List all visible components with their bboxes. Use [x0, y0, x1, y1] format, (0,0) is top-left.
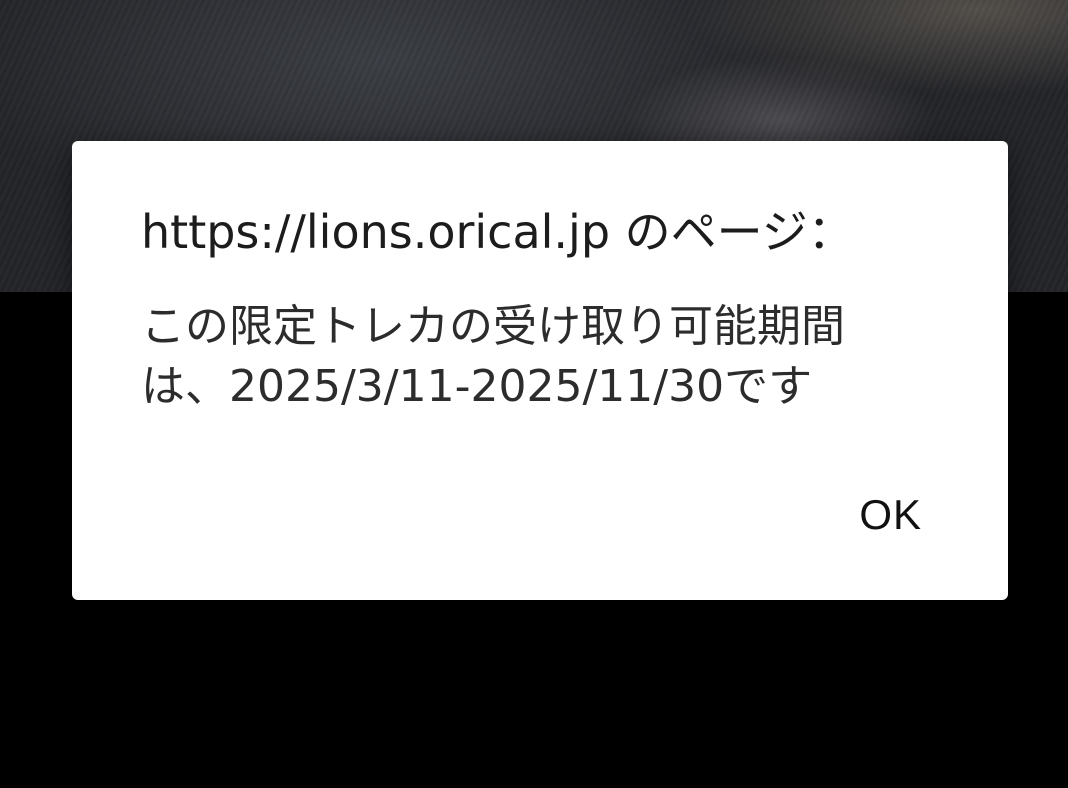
- ok-button[interactable]: OK: [851, 485, 930, 545]
- alert-dialog: https://lions.orical.jp のページ： この限定トレカの受け…: [72, 141, 1008, 600]
- dialog-message: この限定トレカの受け取り可能期間は、2025/3/11-2025/11/30です: [141, 301, 845, 412]
- screen: https://lions.orical.jp のページ： この限定トレカの受け…: [0, 0, 1068, 788]
- dialog-title: https://lions.orical.jp のページ：: [141, 205, 854, 259]
